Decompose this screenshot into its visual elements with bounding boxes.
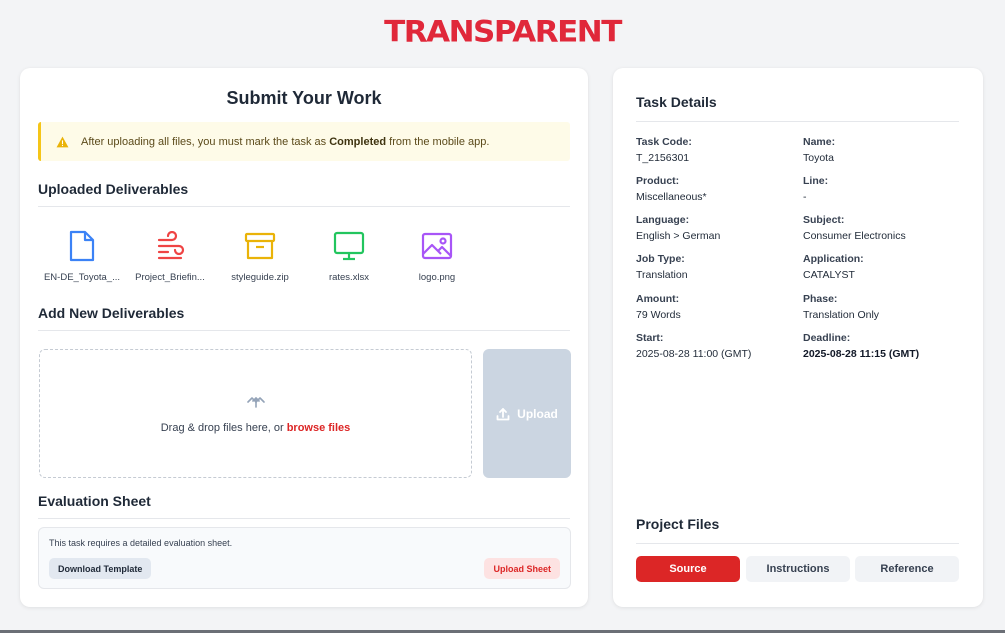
upload-cloud-icon: [40, 394, 471, 408]
deliverable-file[interactable]: logo.png: [396, 228, 478, 283]
monitor-icon: [308, 228, 390, 264]
submit-work-card: Submit Your Work After uploading all fil…: [20, 68, 588, 607]
divider: [636, 543, 959, 544]
field-job-type: Job Type: Translation: [636, 253, 688, 281]
deliverable-file[interactable]: EN-DE_Toyota_...: [41, 228, 123, 283]
field-deadline: Deadline: 2025-08-28 11:15 (GMT): [803, 332, 920, 360]
browse-files-link[interactable]: browse files: [287, 422, 351, 434]
deliverable-file[interactable]: Project_Briefin...: [129, 228, 211, 283]
file-dropzone[interactable]: Drag & drop files here, or browse files: [39, 349, 472, 478]
tab-reference[interactable]: Reference: [855, 556, 959, 582]
evaluation-box: This task requires a detailed evaluation…: [38, 527, 571, 589]
divider: [636, 121, 959, 122]
completion-alert: After uploading all files, you must mark…: [38, 122, 570, 161]
image-icon: [396, 228, 478, 264]
alert-text: After uploading all files, you must mark…: [81, 135, 490, 148]
field-language: Language: English > German: [636, 214, 721, 242]
field-amount: Amount: 79 Words: [636, 293, 681, 321]
field-subject: Subject: Consumer Electronics: [803, 214, 906, 242]
file-name: Project_Briefin...: [135, 272, 205, 283]
task-details-heading: Task Details: [636, 94, 717, 110]
upload-button[interactable]: Upload: [483, 349, 571, 478]
download-template-button[interactable]: Download Template: [49, 558, 152, 579]
divider: [38, 206, 570, 207]
field-line: Line: -: [803, 175, 829, 203]
field-phase: Phase: Translation Only: [803, 293, 880, 321]
deliverable-file[interactable]: styleguide.zip: [219, 228, 301, 283]
dropzone-text: Drag & drop files here, or browse files: [160, 422, 351, 434]
field-task-code: Task Code: T_2156301: [636, 136, 692, 164]
file-wind-icon: [129, 228, 211, 264]
upload-button-label: Upload: [517, 406, 558, 421]
divider: [38, 518, 570, 519]
file-name: styleguide.zip: [231, 272, 289, 283]
upload-sheet-button[interactable]: Upload Sheet: [484, 558, 560, 579]
evaluation-text: This task requires a detailed evaluation…: [49, 538, 233, 548]
file-name: rates.xlsx: [328, 272, 370, 283]
archive-icon: [219, 228, 301, 264]
deliverable-file[interactable]: rates.xlsx: [308, 228, 390, 283]
project-files-heading: Project Files: [636, 516, 720, 532]
page-title: Submit Your Work: [226, 88, 382, 108]
divider: [38, 330, 570, 331]
field-start: Start: 2025-08-28 11:00 (GMT): [636, 332, 752, 360]
add-deliverables-heading: Add New Deliverables: [38, 305, 185, 321]
field-name: Name: Toyota: [803, 136, 836, 164]
warning-icon: [56, 136, 69, 148]
file-name: EN-DE_Toyota_...: [43, 272, 121, 283]
document-icon: [41, 228, 123, 264]
evaluation-sheet-heading: Evaluation Sheet: [38, 493, 151, 509]
file-name: logo.png: [418, 272, 456, 283]
field-product: Product: Miscellaneous*: [636, 175, 707, 203]
task-details-card: Task Details Task Code: T_2156301 Name: To…: [613, 68, 983, 607]
tab-source[interactable]: Source: [636, 556, 740, 582]
tab-instructions[interactable]: Instructions: [746, 556, 850, 582]
upload-icon: [496, 407, 510, 421]
brand-logo: TRANSPARENT: [384, 14, 622, 50]
field-application: Application: CATALYST: [803, 253, 864, 281]
uploaded-deliverables-heading: Uploaded Deliverables: [38, 181, 189, 197]
